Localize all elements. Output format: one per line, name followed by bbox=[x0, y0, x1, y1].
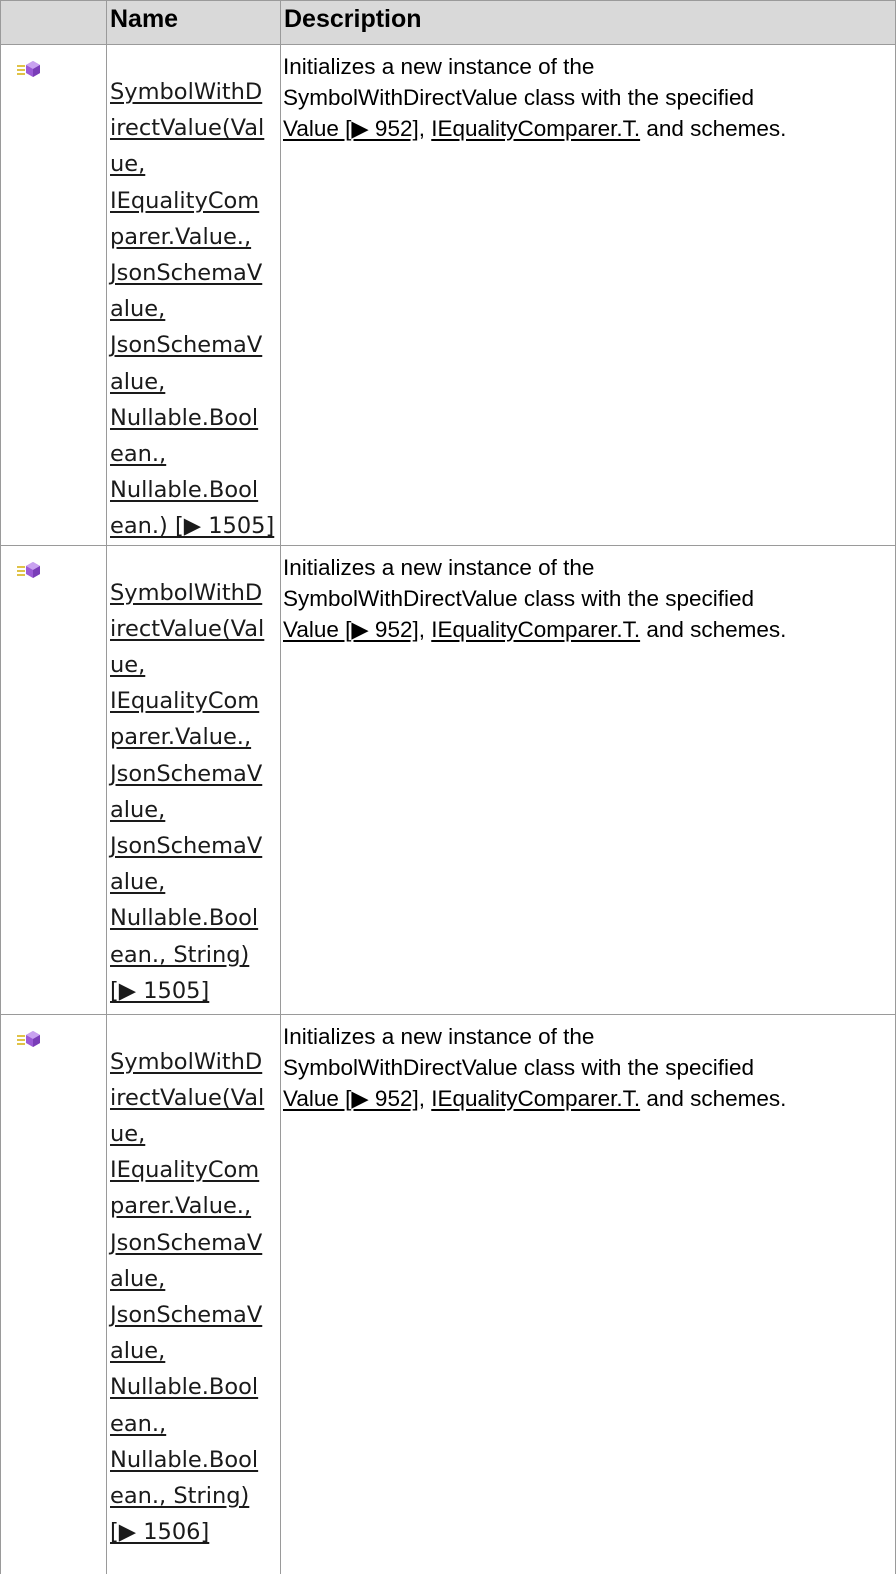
table-row: SymbolWithD irectValue(Val ue, IEquality… bbox=[0, 544, 896, 1015]
description-cell: Initializes a new instance of the Symbol… bbox=[280, 44, 896, 546]
value-link[interactable]: Value [▶ 952] bbox=[283, 617, 419, 642]
icon-cell bbox=[0, 544, 107, 1015]
method-icon bbox=[17, 61, 40, 77]
method-icon bbox=[17, 561, 40, 578]
name-line: JsonSchemaV bbox=[110, 760, 263, 787]
description-tail: and schemes. bbox=[640, 616, 787, 642]
name-cell: SymbolWithD irectValue(Val ue, IEquality… bbox=[106, 44, 281, 546]
icon-cell bbox=[0, 44, 107, 546]
name-line: ue, bbox=[110, 652, 146, 679]
name-line: JsonSchemaV bbox=[110, 1229, 263, 1256]
name-line: Nullable.Bool bbox=[110, 1446, 259, 1473]
name-line: Nullable.Bool bbox=[110, 1374, 259, 1401]
name-line: Nullable.Bool bbox=[110, 905, 259, 932]
name-line: ue, bbox=[110, 1121, 146, 1148]
separator-text: , bbox=[418, 1085, 432, 1111]
table-row: SymbolWithD irectValue(Val ue, IEquality… bbox=[0, 44, 896, 546]
name-line: JsonSchemaV bbox=[110, 1302, 263, 1329]
name-line: JsonSchemaV bbox=[110, 332, 263, 359]
name-cell: SymbolWithD irectValue(Val ue, IEquality… bbox=[106, 544, 281, 1015]
name-line: parer.Value., bbox=[110, 724, 252, 751]
name-line: SymbolWithD bbox=[110, 579, 263, 606]
description-cell: Initializes a new instance of the Symbol… bbox=[280, 544, 896, 1015]
iequalitycomparer-link[interactable]: IEqualityComparer.T. bbox=[431, 617, 640, 642]
description-text: Initializes a new instance of the Symbol… bbox=[281, 45, 895, 144]
iequalitycomparer-link[interactable]: IEqualityComparer.T. bbox=[431, 116, 640, 141]
description-tail: and schemes. bbox=[640, 116, 787, 141]
description-line: SymbolWithDirectValue class with the spe… bbox=[283, 585, 755, 611]
name-line: alue, bbox=[110, 368, 166, 395]
description-column-header: Description bbox=[280, 0, 896, 45]
name-line: [▶ 1505] bbox=[110, 977, 210, 1004]
name-line: ean., String) bbox=[110, 1483, 250, 1510]
name-line: parer.Value., bbox=[110, 1193, 252, 1220]
name-cell: SymbolWithD irectValue(Val ue, IEquality… bbox=[106, 1013, 281, 1574]
name-line: irectValue(Val bbox=[110, 1084, 265, 1111]
separator-text: , bbox=[418, 616, 432, 642]
name-line: JsonSchemaV bbox=[110, 260, 263, 287]
description-line: Initializes a new instance of the bbox=[283, 554, 595, 580]
name-line: alue, bbox=[110, 1338, 166, 1365]
value-link[interactable]: Value [▶ 952] bbox=[283, 1086, 419, 1111]
name-line: alue, bbox=[110, 1265, 166, 1292]
value-link[interactable]: Value [▶ 952] bbox=[283, 116, 419, 141]
name-column-header: Name bbox=[106, 0, 281, 45]
description-cell: Initializes a new instance of the Symbol… bbox=[280, 1013, 896, 1574]
name-line: Nullable.Bool bbox=[110, 404, 259, 431]
name-line: IEqualityCom bbox=[110, 688, 260, 715]
name-line: IEqualityCom bbox=[110, 187, 260, 214]
table-row: SymbolWithD irectValue(Val ue, IEquality… bbox=[0, 1013, 896, 1574]
name-line: parer.Value., bbox=[110, 223, 252, 250]
description-line: SymbolWithDirectValue class with the spe… bbox=[283, 1054, 755, 1080]
separator-text: , bbox=[418, 116, 432, 141]
iequalitycomparer-link[interactable]: IEqualityComparer.T. bbox=[431, 1086, 640, 1111]
name-line: ean.) [▶ 1505] bbox=[110, 513, 275, 540]
name-line: SymbolWithD bbox=[110, 1048, 263, 1075]
name-line: alue, bbox=[110, 796, 166, 823]
description-line: Initializes a new instance of the bbox=[283, 54, 595, 79]
method-name-link[interactable]: SymbolWithD irectValue(Val ue, IEquality… bbox=[107, 546, 280, 1009]
name-line: ean., String) bbox=[110, 941, 250, 968]
description-line: SymbolWithDirectValue class with the spe… bbox=[283, 85, 755, 110]
name-line: ue, bbox=[110, 151, 146, 178]
name-line: alue, bbox=[110, 296, 166, 323]
name-line: JsonSchemaV bbox=[110, 833, 263, 860]
method-name-link[interactable]: SymbolWithD irectValue(Val ue, IEquality… bbox=[107, 45, 280, 545]
method-icon bbox=[17, 1030, 40, 1047]
name-line: ean., bbox=[110, 441, 167, 468]
name-line: [▶ 1506] bbox=[110, 1519, 210, 1546]
members-table: Name Description SymbolWithD irectValue(… bbox=[0, 0, 896, 1574]
name-line: Nullable.Bool bbox=[110, 477, 259, 504]
header-row: Name Description bbox=[0, 0, 896, 45]
name-line: ean., bbox=[110, 1410, 167, 1437]
description-text: Initializes a new instance of the Symbol… bbox=[281, 1015, 895, 1114]
name-line: irectValue(Val bbox=[110, 615, 265, 642]
icon-cell bbox=[0, 1013, 107, 1574]
description-text: Initializes a new instance of the Symbol… bbox=[281, 546, 895, 645]
name-line: alue, bbox=[110, 869, 166, 896]
icon-column-header bbox=[0, 0, 107, 45]
name-line: irectValue(Val bbox=[110, 115, 265, 142]
name-line: SymbolWithD bbox=[110, 79, 263, 105]
name-line: IEqualityCom bbox=[110, 1157, 260, 1184]
description-line: Initializes a new instance of the bbox=[283, 1023, 595, 1049]
method-name-link[interactable]: SymbolWithD irectValue(Val ue, IEquality… bbox=[107, 1015, 280, 1551]
description-tail: and schemes. bbox=[640, 1085, 787, 1111]
